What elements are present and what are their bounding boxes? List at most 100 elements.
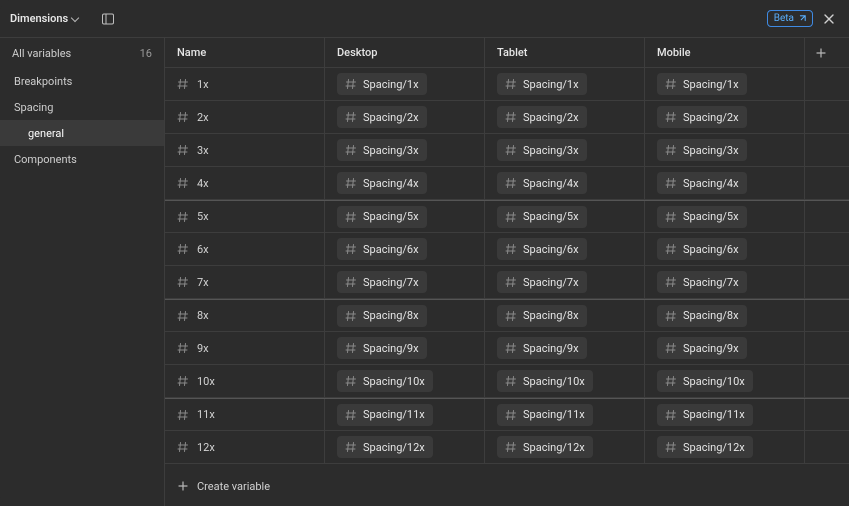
- sidebar-item-components[interactable]: Components: [0, 146, 164, 172]
- variable-value-cell[interactable]: Spacing/12x: [645, 431, 805, 463]
- add-mode-button[interactable]: [805, 38, 837, 67]
- table-row[interactable]: 8x Spacing/8x Spacing/8x Spacing/8x: [165, 299, 849, 332]
- sidebar-item-spacing-general[interactable]: general: [0, 120, 164, 146]
- variable-value-cell[interactable]: Spacing/8x: [325, 300, 485, 331]
- create-variable-button[interactable]: Create variable: [165, 466, 849, 506]
- variable-value-cell[interactable]: Spacing/4x: [325, 167, 485, 199]
- table-row[interactable]: 12x Spacing/12x Spacing/12x Spacing/12x: [165, 431, 849, 464]
- sidebar-all-variables[interactable]: All variables 16: [0, 38, 164, 68]
- table-row[interactable]: 1xSpacing/1xSpacing/1xSpacing/1x: [165, 68, 849, 101]
- close-button[interactable]: [819, 9, 839, 29]
- variable-value-cell[interactable]: Spacing/10x: [325, 365, 485, 397]
- variable-name-cell[interactable]: 5x: [165, 201, 325, 232]
- variable-value-cell[interactable]: Spacing/10x: [485, 365, 645, 397]
- variable-alias-chip[interactable]: Spacing/11x: [337, 404, 433, 426]
- column-header-desktop[interactable]: Desktop: [325, 38, 485, 67]
- variable-alias-chip[interactable]: Spacing/8x: [657, 305, 747, 327]
- variable-value-cell[interactable]: Spacing/9x: [325, 332, 485, 364]
- table-row[interactable]: 9xSpacing/9xSpacing/9xSpacing/9x: [165, 332, 849, 365]
- variable-alias-chip[interactable]: Spacing/7x: [657, 271, 747, 293]
- sidebar-item-breakpoints[interactable]: Breakpoints: [0, 68, 164, 94]
- variable-name-cell[interactable]: 10x: [165, 365, 325, 397]
- variable-value-cell[interactable]: Spacing/1x: [325, 68, 485, 100]
- variable-name-cell[interactable]: 7x: [165, 266, 325, 298]
- variable-value-cell[interactable]: Spacing/11x: [645, 399, 805, 430]
- variable-alias-chip[interactable]: Spacing/7x: [497, 271, 587, 293]
- table-row[interactable]: 4x Spacing/4x Spacing/4x Spacing/4x: [165, 167, 849, 200]
- variable-value-cell[interactable]: Spacing/3x: [645, 134, 805, 166]
- variable-alias-chip[interactable]: Spacing/3x: [497, 139, 587, 161]
- column-header-mobile[interactable]: Mobile: [645, 38, 805, 67]
- variable-name-cell[interactable]: 11x: [165, 399, 325, 430]
- variable-alias-chip[interactable]: Spacing/8x: [497, 305, 587, 327]
- variable-alias-chip[interactable]: Spacing/5x: [657, 206, 747, 228]
- variable-alias-chip[interactable]: Spacing/1x: [657, 73, 747, 95]
- variable-name-cell[interactable]: 1x: [165, 68, 325, 100]
- variable-value-cell[interactable]: Spacing/12x: [325, 431, 485, 463]
- variable-alias-chip[interactable]: Spacing/12x: [657, 436, 753, 458]
- variable-alias-chip[interactable]: Spacing/6x: [657, 238, 747, 260]
- variable-alias-chip[interactable]: Spacing/12x: [497, 436, 593, 458]
- variable-value-cell[interactable]: Spacing/8x: [645, 300, 805, 331]
- sidebar-item-spacing[interactable]: Spacing: [0, 94, 164, 120]
- table-row[interactable]: 5x Spacing/5x Spacing/5x Spacing/5x: [165, 200, 849, 233]
- variable-alias-chip[interactable]: Spacing/10x: [337, 370, 433, 392]
- table-row[interactable]: 2x Spacing/2x Spacing/2x Spacing/2x: [165, 101, 849, 134]
- variable-name-cell[interactable]: 12x: [165, 431, 325, 463]
- variable-value-cell[interactable]: Spacing/11x: [325, 399, 485, 430]
- variable-value-cell[interactable]: Spacing/12x: [485, 431, 645, 463]
- variable-value-cell[interactable]: Spacing/5x: [645, 201, 805, 232]
- collection-dropdown[interactable]: Dimensions: [10, 12, 78, 25]
- variable-alias-chip[interactable]: Spacing/11x: [497, 404, 593, 426]
- variable-value-cell[interactable]: Spacing/10x: [645, 365, 805, 397]
- variable-alias-chip[interactable]: Spacing/9x: [337, 337, 427, 359]
- variable-value-cell[interactable]: Spacing/3x: [325, 134, 485, 166]
- variable-alias-chip[interactable]: Spacing/5x: [337, 206, 427, 228]
- variable-alias-chip[interactable]: Spacing/4x: [657, 172, 747, 194]
- variable-alias-chip[interactable]: Spacing/2x: [337, 106, 427, 128]
- variable-value-cell[interactable]: Spacing/9x: [485, 332, 645, 364]
- variable-value-cell[interactable]: Spacing/1x: [645, 68, 805, 100]
- variable-alias-chip[interactable]: Spacing/2x: [497, 106, 587, 128]
- variable-value-cell[interactable]: Spacing/4x: [485, 167, 645, 199]
- variable-alias-chip[interactable]: Spacing/6x: [337, 238, 427, 260]
- variable-alias-chip[interactable]: Spacing/5x: [497, 206, 587, 228]
- variable-name-cell[interactable]: 3x: [165, 134, 325, 166]
- table-row[interactable]: 10x Spacing/10x Spacing/10x Spacing/10x: [165, 365, 849, 398]
- variable-value-cell[interactable]: Spacing/4x: [645, 167, 805, 199]
- variable-name-cell[interactable]: 6x: [165, 233, 325, 265]
- variable-alias-chip[interactable]: Spacing/2x: [657, 106, 747, 128]
- variable-alias-chip[interactable]: Spacing/9x: [657, 337, 747, 359]
- table-row[interactable]: 11x Spacing/11x Spacing/11x Spacing/11x: [165, 398, 849, 431]
- variable-alias-chip[interactable]: Spacing/9x: [497, 337, 587, 359]
- column-header-name[interactable]: Name: [165, 38, 325, 67]
- variable-value-cell[interactable]: Spacing/7x: [645, 266, 805, 298]
- variable-value-cell[interactable]: Spacing/6x: [485, 233, 645, 265]
- panel-toggle-button[interactable]: [98, 9, 118, 29]
- variable-alias-chip[interactable]: Spacing/7x: [337, 271, 427, 293]
- variable-value-cell[interactable]: Spacing/7x: [325, 266, 485, 298]
- variable-value-cell[interactable]: Spacing/6x: [325, 233, 485, 265]
- table-row[interactable]: 3x Spacing/3x Spacing/3x Spacing/3x: [165, 134, 849, 167]
- column-header-tablet[interactable]: Tablet: [485, 38, 645, 67]
- variable-alias-chip[interactable]: Spacing/3x: [657, 139, 747, 161]
- variable-value-cell[interactable]: Spacing/9x: [645, 332, 805, 364]
- variable-value-cell[interactable]: Spacing/2x: [325, 101, 485, 133]
- variable-value-cell[interactable]: Spacing/6x: [645, 233, 805, 265]
- table-row[interactable]: 6x Spacing/6x Spacing/6x Spacing/6x: [165, 233, 849, 266]
- variable-name-cell[interactable]: 4x: [165, 167, 325, 199]
- variable-value-cell[interactable]: Spacing/3x: [485, 134, 645, 166]
- variable-name-cell[interactable]: 8x: [165, 300, 325, 331]
- variable-alias-chip[interactable]: Spacing/4x: [337, 172, 427, 194]
- variable-value-cell[interactable]: Spacing/8x: [485, 300, 645, 331]
- variable-alias-chip[interactable]: Spacing/1x: [337, 73, 427, 95]
- variable-alias-chip[interactable]: Spacing/3x: [337, 139, 427, 161]
- variable-value-cell[interactable]: Spacing/5x: [485, 201, 645, 232]
- variable-alias-chip[interactable]: Spacing/10x: [497, 370, 593, 392]
- variable-alias-chip[interactable]: Spacing/8x: [337, 305, 427, 327]
- variable-alias-chip[interactable]: Spacing/12x: [337, 436, 433, 458]
- table-row[interactable]: 7x Spacing/7x Spacing/7x Spacing/7x: [165, 266, 849, 299]
- variable-value-cell[interactable]: Spacing/11x: [485, 399, 645, 430]
- variable-name-cell[interactable]: 2x: [165, 101, 325, 133]
- variable-value-cell[interactable]: Spacing/7x: [485, 266, 645, 298]
